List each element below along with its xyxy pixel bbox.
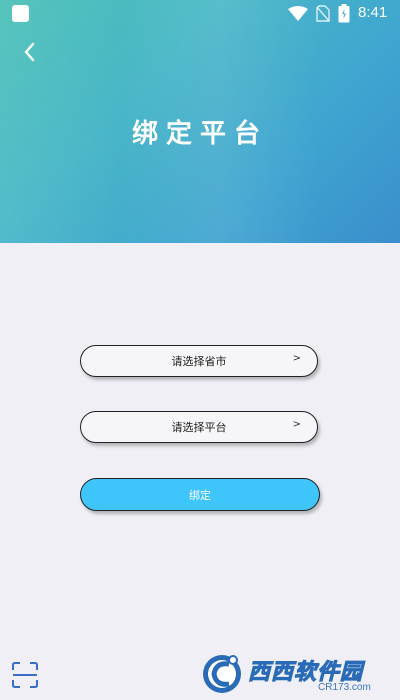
no-sim-icon: [316, 5, 330, 22]
watermark-emblem-icon: [203, 655, 241, 693]
chevron-right-icon: >: [292, 419, 301, 430]
app-notification-icon: [12, 5, 29, 22]
province-select-label: 请选择省市: [171, 355, 227, 368]
bind-platform-screen: 8:41 绑定平台 请选择省市 > 请选择平台 > 绑定 西西软件园 CR173…: [0, 0, 400, 700]
back-arrow-icon[interactable]: [18, 40, 42, 64]
page-title: 绑定平台: [131, 119, 268, 149]
watermark-sub-text: CR173.com: [318, 682, 371, 693]
status-time: 8:41: [358, 4, 388, 21]
bind-button-label: 绑定: [189, 489, 211, 502]
wifi-icon: [288, 6, 308, 21]
bind-button[interactable]: 绑定: [80, 478, 320, 511]
scan-icon[interactable]: [12, 662, 38, 688]
province-select-button[interactable]: 请选择省市 >: [80, 345, 318, 377]
platform-select-button[interactable]: 请选择平台 >: [80, 411, 318, 443]
platform-select-label: 请选择平台: [171, 421, 227, 434]
watermark-logo: 西西软件园 CR173.com: [198, 650, 398, 698]
chevron-right-icon: >: [292, 353, 301, 364]
status-bar: 8:41: [0, 0, 400, 28]
battery-icon: [338, 4, 350, 23]
